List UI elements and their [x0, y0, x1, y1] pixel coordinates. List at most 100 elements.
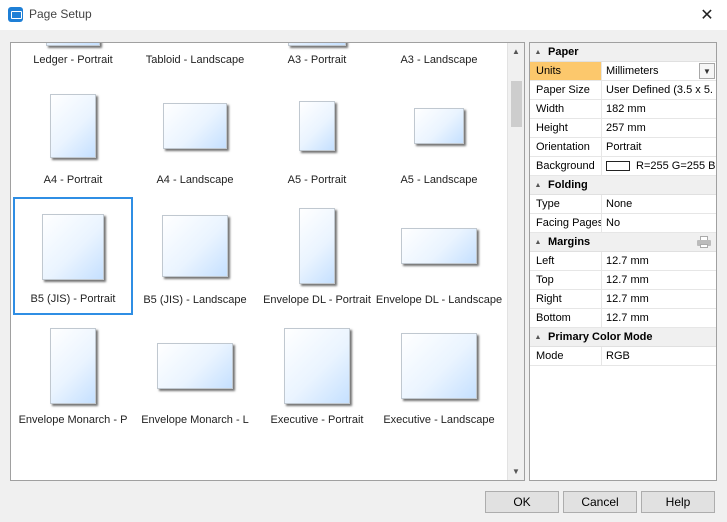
group-paper[interactable]: ▲ Paper: [530, 43, 716, 62]
property-margin-right[interactable]: Right 12.7 mm: [530, 290, 716, 309]
paper-size-option[interactable]: A5 - Portrait: [257, 77, 377, 195]
paper-thumbnail: [50, 328, 96, 404]
property-grid: ▲ Paper Units Millimeters ▼ Paper Size U…: [529, 42, 717, 481]
property-name: Bottom: [530, 309, 602, 327]
group-label: Folding: [548, 179, 588, 191]
paper-size-option[interactable]: Envelope DL - Landscape: [376, 197, 502, 315]
printer-icon[interactable]: [697, 236, 711, 248]
cancel-button[interactable]: Cancel: [563, 491, 637, 513]
property-value[interactable]: 12.7 mm: [602, 290, 716, 308]
property-value[interactable]: 182 mm: [602, 100, 716, 118]
gallery-scrollbar[interactable]: ▲ ▼: [507, 43, 524, 480]
property-units[interactable]: Units Millimeters ▼: [530, 62, 716, 81]
paper-size-option[interactable]: Envelope Monarch - P: [13, 317, 133, 435]
ok-button[interactable]: OK: [485, 491, 559, 513]
group-label: Paper: [548, 46, 579, 58]
paper-size-label: Executive - Portrait: [270, 414, 364, 426]
paper-size-option[interactable]: Executive - Landscape: [379, 317, 499, 435]
paper-thumbnail: [401, 228, 477, 264]
property-value[interactable]: 12.7 mm: [602, 271, 716, 289]
paper-size-label: A5 - Portrait: [287, 174, 347, 186]
scroll-thumb[interactable]: [511, 81, 522, 127]
paper-size-option[interactable]: B5 (JIS) - Portrait: [13, 197, 133, 315]
paper-size-option[interactable]: Ledger - Portrait: [13, 43, 133, 75]
paper-size-option[interactable]: A5 - Landscape: [379, 77, 499, 195]
title-bar: Page Setup ✕: [0, 0, 727, 30]
paper-size-option[interactable]: A3 - Portrait: [257, 43, 377, 75]
paper-size-option[interactable]: B5 (JIS) - Landscape: [135, 197, 255, 315]
help-button[interactable]: Help: [641, 491, 715, 513]
paper-thumbnail: [401, 333, 477, 399]
paper-thumbnail-wrap: [14, 326, 132, 406]
paper-thumbnail-wrap: [380, 86, 498, 166]
property-name: Left: [530, 252, 602, 270]
paper-size-option[interactable]: Executive - Portrait: [257, 317, 377, 435]
close-button[interactable]: ✕: [687, 0, 727, 30]
paper-size-option[interactable]: A3 - Landscape: [379, 43, 499, 75]
property-value[interactable]: 257 mm: [602, 119, 716, 137]
background-color-value[interactable]: R=255 G=255 B: [602, 157, 716, 175]
property-paper-size[interactable]: Paper Size User Defined (3.5 x 5.: [530, 81, 716, 100]
paper-thumbnail: [284, 328, 350, 404]
property-value[interactable]: 12.7 mm: [602, 309, 716, 327]
paper-thumbnail: [163, 103, 227, 149]
property-name: Background: [530, 157, 602, 175]
scroll-down-arrow-icon[interactable]: ▼: [508, 463, 524, 480]
property-name: Type: [530, 195, 602, 213]
paper-thumbnail-wrap: [15, 207, 131, 287]
property-value[interactable]: No: [602, 214, 716, 232]
app-icon: [8, 7, 23, 22]
paper-size-option[interactable]: A4 - Portrait: [13, 77, 133, 195]
property-orientation[interactable]: Orientation Portrait: [530, 138, 716, 157]
units-select[interactable]: Millimeters ▼: [602, 62, 716, 80]
property-name: Width: [530, 100, 602, 118]
paper-thumbnail-wrap: [258, 326, 376, 406]
paper-thumbnail-wrap: [136, 326, 254, 406]
property-value[interactable]: RGB: [602, 347, 716, 365]
paper-thumbnail: [299, 208, 335, 284]
paper-thumbnail: [414, 108, 464, 144]
group-margins[interactable]: ▲ Margins: [530, 233, 716, 252]
paper-thumbnail-wrap: [14, 86, 132, 166]
paper-size-label: A4 - Landscape: [156, 174, 234, 186]
property-type[interactable]: Type None: [530, 195, 716, 214]
property-value[interactable]: User Defined (3.5 x 5.: [602, 81, 716, 99]
property-value[interactable]: Portrait: [602, 138, 716, 156]
property-width[interactable]: Width 182 mm: [530, 100, 716, 119]
property-margin-bottom[interactable]: Bottom 12.7 mm: [530, 309, 716, 328]
property-name: Facing Pages: [530, 214, 602, 232]
chevron-down-icon[interactable]: ▼: [699, 63, 715, 79]
property-value[interactable]: 12.7 mm: [602, 252, 716, 270]
group-primary-color-mode[interactable]: ▲ Primary Color Mode: [530, 328, 716, 347]
paper-thumbnail-wrap: [14, 43, 132, 46]
group-folding[interactable]: ▲ Folding: [530, 176, 716, 195]
paper-size-option[interactable]: A4 - Landscape: [135, 77, 255, 195]
property-background[interactable]: Background R=255 G=255 B: [530, 157, 716, 176]
paper-thumbnail: [162, 215, 228, 277]
paper-thumbnail: [157, 343, 233, 389]
paper-size-option[interactable]: Tabloid - Landscape: [135, 43, 255, 75]
paper-size-option[interactable]: Envelope DL - Portrait: [257, 197, 377, 315]
paper-size-label: A5 - Landscape: [400, 174, 478, 186]
paper-size-gallery: Ledger - Portrait Tabloid - Landscape A3 -…: [10, 42, 525, 481]
paper-thumbnail-wrap: [136, 43, 254, 46]
collapse-triangle-icon[interactable]: ▲: [530, 239, 546, 246]
property-mode[interactable]: Mode RGB: [530, 347, 716, 366]
scroll-up-arrow-icon[interactable]: ▲: [508, 43, 524, 60]
paper-thumbnail-wrap: [136, 206, 254, 286]
collapse-triangle-icon[interactable]: ▲: [530, 334, 546, 341]
paper-thumbnail: [46, 43, 100, 46]
property-margin-left[interactable]: Left 12.7 mm: [530, 252, 716, 271]
paper-thumbnail-wrap: [258, 206, 376, 286]
property-facing-pages[interactable]: Facing Pages No: [530, 214, 716, 233]
paper-thumbnail-wrap: [380, 206, 498, 286]
property-margin-top[interactable]: Top 12.7 mm: [530, 271, 716, 290]
property-value[interactable]: None: [602, 195, 716, 213]
paper-size-option[interactable]: Envelope Monarch - L: [135, 317, 255, 435]
group-label: Margins: [548, 236, 591, 248]
color-swatch: [606, 161, 630, 171]
collapse-triangle-icon[interactable]: ▲: [530, 49, 546, 56]
property-height[interactable]: Height 257 mm: [530, 119, 716, 138]
collapse-triangle-icon[interactable]: ▲: [530, 182, 546, 189]
paper-size-label: Ledger - Portrait: [33, 54, 113, 66]
